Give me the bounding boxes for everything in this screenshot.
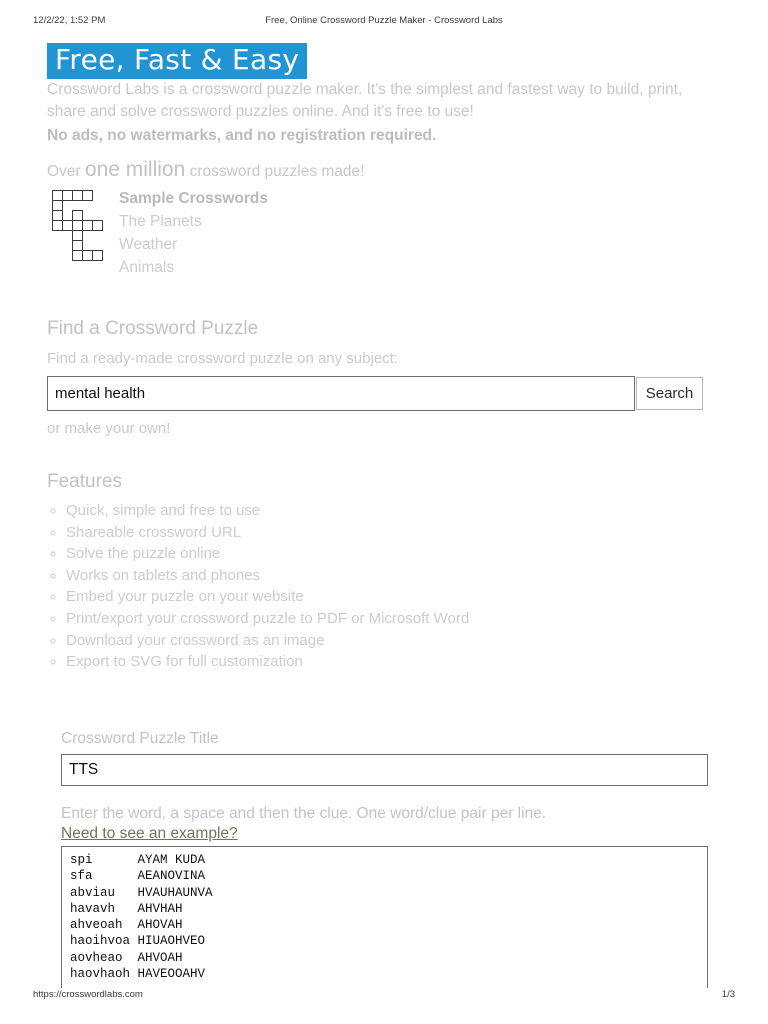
features-list: Quick, simple and free to useShareable c… — [47, 500, 686, 673]
sample-crosswords-links: Sample Crosswords The Planets Weather An… — [119, 188, 369, 279]
puzzle-title-input[interactable] — [61, 754, 708, 786]
puzzle-title-label: Crossword Puzzle Title — [61, 730, 219, 747]
feature-list-item: Works on tablets and phones — [66, 565, 686, 587]
print-footer-page-number: 1/3 — [721, 989, 735, 1000]
find-heading: Find a Crossword Puzzle — [47, 318, 259, 339]
feature-list-item: Download your crossword as an image — [66, 630, 686, 652]
puzzle-count-value: one million — [84, 158, 186, 181]
feature-list-item: Solve the puzzle online — [66, 543, 686, 565]
puzzle-count-prefix: Over — [47, 163, 85, 180]
puzzle-count-suffix: crossword puzzles made! — [185, 163, 365, 180]
search-row: Search — [47, 376, 703, 411]
feature-list-item: Embed your puzzle on your website — [66, 586, 686, 608]
sample-link-weather[interactable]: Weather — [119, 233, 369, 256]
feature-list-item: Quick, simple and free to use — [66, 500, 686, 522]
puzzle-count-statement: Over one million crossword puzzles made! — [47, 158, 364, 182]
sample-crosswords-title: Sample Crosswords — [119, 190, 269, 207]
search-input[interactable] — [47, 376, 635, 411]
search-button[interactable]: Search — [636, 377, 703, 410]
words-textarea-content: spi AYAM KUDA sfa AEANOVINA abviau HVAUH… — [70, 853, 213, 982]
feature-list-item: Shareable crossword URL — [66, 522, 686, 544]
make-your-own-text: or make your own! — [47, 420, 171, 437]
hero-banner: Free, Fast & Easy — [47, 43, 308, 80]
print-page-title: Free, Online Crossword Puzzle Maker - Cr… — [265, 15, 503, 26]
sample-link-the-planets[interactable]: The Planets — [119, 210, 369, 233]
no-ads-statement: No ads, no watermarks, and no registrati… — [47, 127, 437, 144]
crossword-grid-cell — [82, 190, 93, 201]
need-example-link[interactable]: Need to see an example? — [61, 825, 238, 843]
sample-crosswords-section: Sample Crosswords The Planets Weather An… — [47, 188, 377, 278]
print-footer: https://crosswordlabs.com 1/3 — [0, 989, 768, 1003]
find-subtitle: Find a ready-made crossword puzzle on an… — [47, 350, 399, 367]
words-hint: Enter the word, a space and then the clu… — [61, 805, 547, 822]
crossword-grid-icon — [52, 190, 114, 266]
print-footer-url: https://crosswordlabs.com — [33, 989, 143, 1000]
print-header: 12/2/22, 1:52 PM Free, Online Crossword … — [0, 15, 768, 29]
printed-page: 12/2/22, 1:52 PM Free, Online Crossword … — [0, 0, 768, 1024]
feature-list-item: Print/export your crossword puzzle to PD… — [66, 608, 686, 630]
crossword-grid-cell — [92, 220, 103, 231]
intro-paragraph: Crossword Labs is a crossword puzzle mak… — [47, 81, 683, 120]
words-textarea[interactable]: spi AYAM KUDA sfa AEANOVINA abviau HVAUH… — [61, 846, 708, 988]
features-heading: Features — [47, 471, 122, 492]
sample-link-animals[interactable]: Animals — [119, 256, 369, 279]
crossword-grid-cell — [92, 250, 103, 261]
feature-list-item: Export to SVG for full customization — [66, 651, 686, 673]
